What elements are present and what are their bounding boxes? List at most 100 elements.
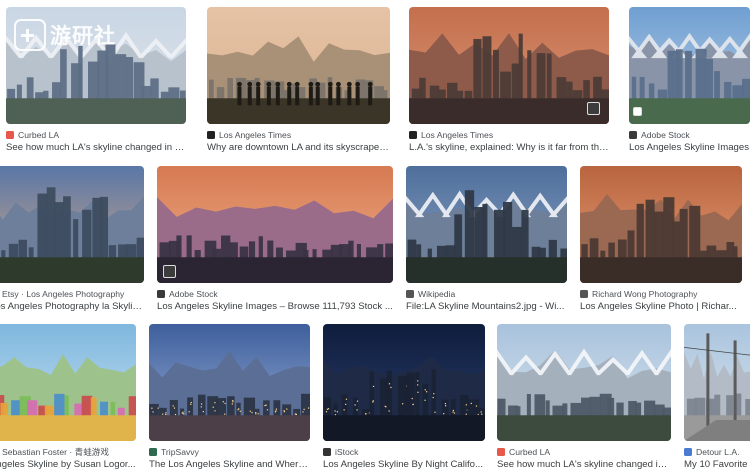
result-thumbnail[interactable] (497, 324, 671, 441)
result-source[interactable]: Sebastian Foster · 青蛙游戏 (0, 445, 136, 458)
image-result-card[interactable]: Richard Wong Photography Los Angeles Skyl… (580, 166, 742, 317)
building (243, 397, 256, 418)
building (46, 187, 56, 260)
result-source[interactable]: Adobe Stock (157, 287, 393, 300)
window-light (465, 404, 467, 406)
image-result-card[interactable]: Etsy · Los Angeles PhotographyLos Angele… (0, 166, 144, 317)
building (454, 214, 463, 260)
result-thumbnail[interactable] (0, 166, 144, 283)
skyline-image (149, 324, 310, 441)
result-source[interactable]: Curbed LA (497, 445, 671, 458)
site-favicon-icon (409, 130, 417, 139)
result-source[interactable]: Richard Wong Photography (580, 287, 742, 300)
building (536, 53, 546, 101)
building (689, 205, 701, 260)
result-thumbnail[interactable] (157, 166, 393, 283)
building (419, 77, 426, 101)
building (714, 71, 720, 101)
window-light (452, 411, 454, 413)
building (570, 402, 582, 418)
result-title-link[interactable]: Los Angeles Skyline Images – Browse 111,… (157, 300, 393, 314)
image-result-card[interactable]: Adobe Stock Los Angeles Skyline Images – … (157, 166, 393, 317)
result-title-link[interactable]: Los Angeles Skyline Images (629, 141, 750, 155)
building (385, 243, 393, 260)
source-name: Sebastian Foster · 青蛙游戏 (2, 446, 109, 457)
result-thumbnail[interactable] (406, 166, 567, 283)
building (186, 235, 192, 260)
result-source[interactable]: Etsy · Los Angeles Photography (0, 287, 144, 300)
image-result-card[interactable]: Los Angeles Times L.A.'s skyline, explain… (409, 7, 609, 158)
building (356, 243, 361, 260)
result-thumbnail[interactable] (323, 324, 485, 441)
site-favicon-icon (323, 447, 331, 456)
result-title-link[interactable]: Angeles Skyline by Susan Logor... (0, 458, 136, 472)
result-thumbnail[interactable] (409, 7, 609, 124)
result-title-link[interactable]: Los Angeles Skyline Photo | Richar... (580, 300, 742, 314)
person-silhouette (328, 86, 333, 106)
result-source[interactable]: Wikipedia (406, 287, 567, 300)
image-result-card[interactable]: Curbed LA See how much LA's skyline chang… (497, 324, 671, 472)
image-result-card[interactable]: iStock Los Angeles Skyline By Night Calif… (323, 324, 485, 472)
result-source[interactable]: Adobe Stock (629, 128, 750, 141)
utility-pole (706, 333, 710, 427)
image-result-card[interactable]: TripSavvy The Los Angeles Skyline and Whe… (149, 324, 310, 472)
skyline-image (0, 324, 136, 441)
building (169, 400, 178, 418)
result-title-link[interactable]: L.A.'s skyline, explained: Why is it far… (409, 141, 609, 155)
result-title-link[interactable]: Los Angeles Photography la Skyline... (0, 300, 144, 314)
building (208, 79, 214, 101)
image-result-card[interactable]: Sebastian Foster · 青蛙游戏 Angeles Skyline b… (0, 324, 136, 472)
image-result-card[interactable]: Adobe Stock Los Angeles Skyline Images (629, 7, 750, 158)
result-source[interactable]: TripSavvy (149, 445, 310, 458)
building (429, 85, 440, 101)
result-thumbnail[interactable] (580, 166, 742, 283)
building (125, 244, 137, 260)
image-result-card[interactable]: 游研社 Curbed LA See how much LA's skyline ch… (6, 7, 186, 158)
result-source[interactable]: Detour L.A. (684, 445, 750, 458)
building (726, 242, 735, 260)
window-light (251, 412, 253, 414)
result-thumbnail[interactable] (149, 324, 310, 441)
result-thumbnail[interactable] (0, 324, 136, 441)
result-title-link[interactable]: Los Angeles Skyline By Night Califo... (323, 458, 485, 472)
window-light (222, 401, 224, 403)
image-result-card[interactable]: Detour L.A.My 10 Favorite ... (684, 324, 750, 472)
window-light (424, 389, 426, 391)
window-light (481, 413, 483, 415)
building (581, 244, 588, 260)
result-title-link[interactable]: File:LA Skyline Mountains2.jpg - Wi... (406, 300, 567, 314)
window-light (385, 406, 387, 408)
window-light (453, 412, 456, 414)
result-source[interactable]: Los Angeles Times (207, 128, 390, 141)
building (324, 396, 332, 418)
building (706, 245, 717, 260)
result-thumbnail[interactable] (207, 7, 390, 124)
window-light (224, 413, 226, 415)
window-light (345, 398, 348, 400)
window-light (188, 411, 190, 413)
result-title-link[interactable]: See how much LA's skyline changed in ... (497, 458, 671, 472)
person-silhouette (368, 86, 373, 106)
building (348, 240, 354, 260)
building (548, 239, 557, 260)
image-result-card[interactable]: Wikipedia File:LA Skyline Mountains2.jpg … (406, 166, 567, 317)
image-result-card[interactable]: Los Angeles Times Why are downtown LA and… (207, 7, 390, 158)
building (648, 83, 655, 101)
source-name: TripSavvy (161, 446, 199, 457)
result-source[interactable]: Curbed LA (6, 128, 186, 141)
result-title-link[interactable]: Why are downtown LA and its skyscrapers.… (207, 141, 390, 155)
building (258, 236, 263, 260)
result-title-link[interactable]: The Los Angeles Skyline and Where... (149, 458, 310, 472)
building (675, 49, 683, 101)
result-thumbnail[interactable] (684, 324, 750, 441)
result-title-link[interactable]: My 10 Favorite ... (684, 458, 750, 472)
building (562, 403, 568, 418)
window-light (465, 413, 467, 415)
result-title-link[interactable]: See how much LA's skyline changed in 10 … (6, 141, 186, 155)
result-source[interactable]: iStock (323, 445, 485, 458)
result-thumbnail[interactable] (629, 7, 750, 124)
foreground (0, 257, 144, 283)
result-source[interactable]: Los Angeles Times (409, 128, 609, 141)
building (37, 193, 48, 260)
building (500, 71, 511, 101)
